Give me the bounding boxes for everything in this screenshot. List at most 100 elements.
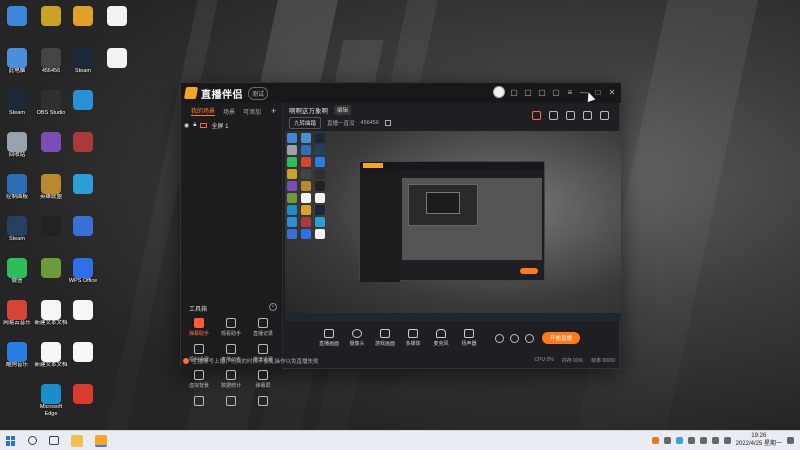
toolbox-grid: 弹幕助手 观看助手 直播记录 福利设置 直播公告 推流设置 虚拟背景 数据统计 弹幕屏 <box>183 318 281 418</box>
desktop-icon[interactable] <box>66 4 100 46</box>
message-icon[interactable]: ▢ <box>509 87 519 97</box>
menu-icon[interactable]: ≡ <box>565 87 575 97</box>
tool-item[interactable]: 观看助手 <box>215 318 247 340</box>
eye-icon[interactable]: ◉ <box>184 122 189 129</box>
user-avatar[interactable] <box>493 86 505 98</box>
desktop-icon[interactable]: 微信 <box>0 256 34 298</box>
settings-gear-icon[interactable] <box>525 333 534 343</box>
lock-screen-icon[interactable] <box>549 111 558 120</box>
tab-addable[interactable]: 可添加 <box>243 107 261 116</box>
bell-icon[interactable] <box>583 111 592 120</box>
stream-preview[interactable] <box>285 131 621 321</box>
desktop-icon[interactable] <box>0 4 34 46</box>
task-view-icon[interactable] <box>49 436 59 445</box>
microphone-button[interactable]: 麦克风 <box>427 329 455 347</box>
tool-item[interactable]: 虚拟背景 <box>183 370 215 392</box>
preview-toggle-icon[interactable] <box>510 333 519 343</box>
desktop-icon[interactable]: 新建文本文档 <box>34 340 68 382</box>
app-icon <box>73 6 93 26</box>
tray-app-icon-2[interactable] <box>675 436 683 444</box>
chat-icon[interactable]: ▢ <box>523 87 533 97</box>
app-icon <box>7 300 27 320</box>
desktop-icon[interactable]: 此电脑 <box>0 46 34 88</box>
tool-icon <box>258 344 268 354</box>
add-camera-button[interactable]: 摄像头 <box>343 329 371 347</box>
tray-chevron-icon[interactable] <box>663 436 671 444</box>
desktop-icon[interactable] <box>66 130 100 172</box>
add-live-screen-button[interactable]: 直播画面 <box>315 329 343 347</box>
desktop-icon[interactable] <box>34 214 68 256</box>
copy-icon[interactable] <box>384 120 391 126</box>
tool-icon <box>194 370 204 380</box>
desktop-icon[interactable]: 回收站 <box>0 130 34 172</box>
desktop-icon[interactable] <box>66 298 100 340</box>
desktop-icon[interactable] <box>100 4 134 46</box>
tab-my-scenes[interactable]: 我的场景 <box>191 106 216 116</box>
app-icon <box>107 48 127 68</box>
desktop-icon[interactable]: Steam <box>0 214 34 256</box>
desktop-icon[interactable] <box>66 382 100 424</box>
desktop-icon[interactable] <box>66 88 100 130</box>
tray-app-icon-3[interactable] <box>687 436 695 444</box>
tab-scenes[interactable]: 场景 <box>223 107 235 116</box>
close-button[interactable]: ✕ <box>607 87 617 97</box>
tool-item[interactable]: 直播记录 <box>247 318 279 340</box>
tool-item[interactable]: 弹幕助手 <box>183 318 215 340</box>
desktop-icon[interactable] <box>66 214 100 256</box>
tool-item[interactable] <box>183 396 215 418</box>
category-chip[interactable]: 九转曲踏 <box>289 117 322 129</box>
collapse-icon[interactable]: ‹ <box>269 303 277 311</box>
gift-icon[interactable] <box>532 111 541 120</box>
desktop-icon[interactable]: Steam <box>66 46 100 88</box>
desktop-icon[interactable]: Steam <box>0 88 34 130</box>
desktop-icon[interactable] <box>66 340 100 382</box>
clock[interactable]: 19:26 2022/4/25 星期一 <box>736 432 782 448</box>
network-icon[interactable] <box>699 436 707 444</box>
app-window: 直播伴侣 测试 ▢ ▢ ▢ ▢ ≡ — □ ✕ 我的场景 场景 可添加 + ◉ … <box>180 82 621 406</box>
volume-icon[interactable] <box>711 436 719 444</box>
tray-app-icon[interactable] <box>651 436 659 444</box>
add-media-button[interactable]: 多媒体 <box>399 329 427 347</box>
ime-icon[interactable] <box>723 436 731 444</box>
desktop-icon[interactable] <box>100 46 134 88</box>
desktop-icon[interactable]: Microsoft Edge <box>34 382 68 424</box>
desktop-icon[interactable]: 控制面板 <box>0 172 34 214</box>
speaker-button[interactable]: 扬声器 <box>455 329 483 347</box>
desktop-icon[interactable]: 456456 <box>34 46 68 88</box>
desktop-icon[interactable] <box>34 130 68 172</box>
file-explorer-icon[interactable] <box>71 434 83 447</box>
tool-item[interactable] <box>215 396 247 418</box>
desktop-icon-label: 新建文本文档 <box>34 320 68 326</box>
start-button[interactable] <box>6 435 16 446</box>
desktop-icon[interactable]: 新建文本文档 <box>34 298 68 340</box>
layout-icon[interactable] <box>566 111 575 120</box>
desktop-icon[interactable]: 英雄联盟 <box>34 172 68 214</box>
notification-icon[interactable] <box>787 436 794 444</box>
desktop-icon[interactable]: OBS Studio <box>34 88 68 130</box>
add-scene-icon[interactable]: + <box>271 106 276 116</box>
scene-item[interactable]: ◉ 🔒︎ 全屏 1 <box>181 119 282 131</box>
search-icon[interactable] <box>28 436 37 445</box>
start-live-button[interactable]: 开始直播 <box>542 332 580 344</box>
desktop-icon[interactable]: 网易云音乐 <box>0 298 34 340</box>
desktop-icon[interactable]: 酷狗音乐 <box>0 340 34 382</box>
tool-label: 数据统计 <box>220 383 241 389</box>
desktop-icon[interactable]: WPS Office <box>66 256 100 298</box>
desktop-icon[interactable] <box>34 4 68 46</box>
add-game-button[interactable]: 游戏画面 <box>371 329 399 347</box>
tool-item[interactable]: 弹幕屏 <box>247 370 279 392</box>
desktop-icon[interactable] <box>34 256 68 298</box>
share-icon[interactable]: ▢ <box>537 87 547 97</box>
share-link-icon[interactable] <box>600 111 609 120</box>
lock-icon[interactable]: 🔒︎ <box>193 122 196 129</box>
edit-title-button[interactable]: 编辑 <box>334 105 352 115</box>
shirt-icon[interactable]: ▢ <box>551 87 561 97</box>
app-icon <box>7 132 27 152</box>
tool-item[interactable]: 数据统计 <box>215 370 247 392</box>
record-icon[interactable] <box>495 333 504 343</box>
live-companion-taskbar-icon[interactable] <box>95 434 107 447</box>
tool-item[interactable] <box>247 396 279 418</box>
maximize-button[interactable]: □ <box>593 87 603 97</box>
desktop-icon[interactable] <box>66 172 100 214</box>
window-titlebar[interactable]: 直播伴侣 测试 ▢ ▢ ▢ ▢ ≡ — □ ✕ <box>181 83 621 103</box>
